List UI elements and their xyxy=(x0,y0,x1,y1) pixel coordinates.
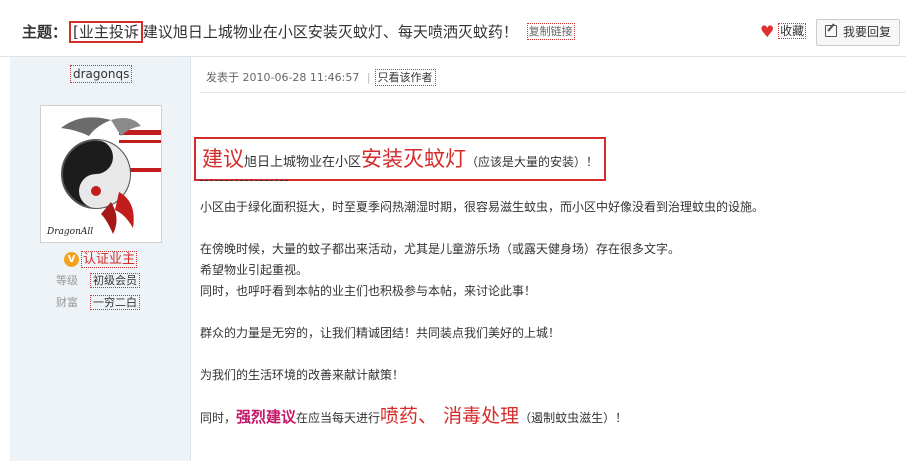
v-badge-icon: V xyxy=(64,252,79,267)
only-author-link[interactable]: 只看该作者 xyxy=(374,69,436,86)
reply-button[interactable]: 我要回复 xyxy=(816,19,900,46)
avatar-signature: DragonAll xyxy=(46,227,93,237)
certification-badge[interactable]: V 认证业主 xyxy=(64,248,138,268)
post-paragraph: 希望物业引起重视。 xyxy=(200,263,309,277)
closing-part3: 在应当每天进行 xyxy=(296,411,381,425)
thread-header: 主题： [业主投诉 建议旭日上城物业在小区安装灭蚊灯、每天喷洒灭蚊药！ 复制链接 ♥… xyxy=(0,0,906,57)
favorite-label: 收藏 xyxy=(778,23,807,39)
post-paragraph: 群众的力量是无穷的，让我们精诚团结！共同装点我们美好的上城！ xyxy=(200,326,561,340)
post-paragraph: 在傍晚时候，大量的蚊子都出来活动，尤其是儿童游乐场（或露天健身场）存在很多文字。 xyxy=(200,242,681,256)
thread-title: 主题： [业主投诉 建议旭日上城物业在小区安装灭蚊灯、每天喷洒灭蚊药！ 复制链接 xyxy=(22,21,575,43)
meta-separator: | xyxy=(366,71,371,84)
copy-link-button[interactable]: 复制链接 xyxy=(526,23,575,40)
closing-emphasis: 强烈建议 xyxy=(236,408,297,426)
author-name-link[interactable]: dragonqs xyxy=(70,65,133,83)
post-meta: 发表于 2010-06-28 11:46:57 | 只看该作者 xyxy=(206,69,436,86)
divider xyxy=(200,92,906,93)
category-tag[interactable]: [业主投诉 xyxy=(69,21,143,43)
post-paragraph: 为我们的生活环境的改善来献计献策！ xyxy=(200,368,405,382)
author-sidebar: dragonqs DragonAll V 认证业主 等级 初级会员 财富 一穷二白 xyxy=(10,57,191,461)
favorite-button[interactable]: ♥ 收藏 xyxy=(760,22,807,41)
heart-icon: ♥ xyxy=(760,22,775,41)
headline-part1: 建议 xyxy=(202,147,244,171)
headline-part3: 安装灭蚊灯 xyxy=(361,147,467,171)
closing-part1: 同时， xyxy=(200,411,237,425)
post-paragraph: 小区由于绿化面积挺大，时至夏季闷热潮湿时期，很容易滋生蚊虫，而小区中好像没看到治… xyxy=(200,200,765,214)
posted-time: 2010-06-28 11:46:57 xyxy=(242,71,360,84)
level-row: 等级 初级会员 xyxy=(56,272,140,288)
avatar[interactable]: DragonAll xyxy=(40,105,162,243)
headline-part4: （应该是大量的安装）！ xyxy=(466,155,599,169)
closing-part5: （遏制蚊虫滋生）！ xyxy=(519,411,628,425)
level-value[interactable]: 初级会员 xyxy=(90,273,140,288)
dashed-divider xyxy=(200,180,288,181)
avatar-image: DragonAll xyxy=(41,106,161,242)
wealth-row: 财富 一穷二白 xyxy=(56,294,140,310)
posted-prefix: 发表于 xyxy=(206,71,239,84)
closing-highlight: 喷药、 消毒处理 xyxy=(380,405,520,427)
post-closing-line: 同时，强烈建议在应当每天进行喷药、 消毒处理（遏制蚊虫滋生）！ xyxy=(200,401,627,428)
wealth-value[interactable]: 一穷二白 xyxy=(90,295,140,310)
post-paragraph: 同时，也呼吁看到本帖的业主们也积极参与本帖，来讨论此事！ xyxy=(200,284,537,298)
certification-label: 认证业主 xyxy=(81,251,138,268)
wealth-label: 财富 xyxy=(56,296,78,309)
edit-icon xyxy=(824,25,837,37)
level-label: 等级 xyxy=(56,274,78,287)
title-label: 主题： xyxy=(22,23,68,41)
post-headline: 建议旭日上城物业在小区安装灭蚊灯（应该是大量的安装）！ xyxy=(194,137,607,181)
title-text: 建议旭日上城物业在小区安装灭蚊灯、每天喷洒灭蚊药！ xyxy=(142,23,518,41)
reply-label: 我要回复 xyxy=(842,25,891,39)
headline-part2: 旭日上城物业在小区 xyxy=(244,155,362,170)
